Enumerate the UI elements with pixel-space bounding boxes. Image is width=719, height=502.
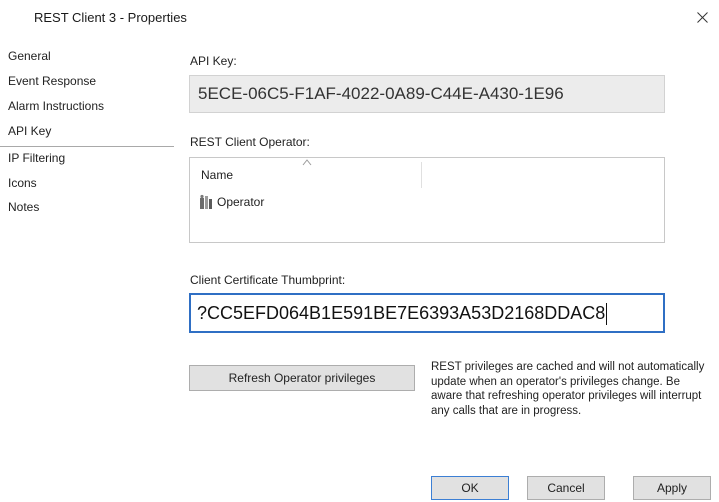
operator-name: Operator bbox=[217, 195, 265, 209]
apply-button[interactable]: Apply bbox=[633, 476, 711, 500]
column-separator[interactable] bbox=[421, 162, 422, 188]
api-key-label: API Key: bbox=[190, 54, 237, 68]
close-button[interactable] bbox=[685, 0, 719, 34]
window-title: REST Client 3 - Properties bbox=[34, 10, 187, 25]
nav-item-event-response[interactable]: Event Response bbox=[8, 72, 96, 90]
nav-item-alarm-instructions[interactable]: Alarm Instructions bbox=[8, 97, 104, 115]
text-cursor bbox=[606, 303, 608, 326]
title-bar: REST Client 3 - Properties bbox=[0, 0, 719, 38]
thumbprint-value: ?CC5EFD064B1E591BE7E6393A53D2168DDAC8 bbox=[197, 303, 606, 323]
nav-item-api-key[interactable]: API Key bbox=[8, 122, 51, 140]
operator-label: REST Client Operator: bbox=[190, 135, 310, 149]
sort-caret-icon bbox=[302, 159, 312, 166]
cancel-button[interactable]: Cancel bbox=[527, 476, 605, 500]
property-nav: General Event Response Alarm Instruction… bbox=[0, 45, 175, 485]
operator-list[interactable]: Name Operator bbox=[189, 157, 665, 243]
refresh-operator-privileges-button[interactable]: Refresh Operator privileges bbox=[189, 365, 415, 391]
api-key-field[interactable]: 5ECE-06C5-F1AF-4022-0A89-C44E-A430-1E96 bbox=[189, 75, 665, 113]
thumbprint-input[interactable]: ?CC5EFD064B1E591BE7E6393A53D2168DDAC8 bbox=[189, 293, 665, 333]
nav-item-icons[interactable]: Icons bbox=[8, 174, 37, 192]
operator-icon bbox=[200, 194, 212, 209]
refresh-note: REST privileges are cached and will not … bbox=[431, 361, 705, 417]
column-header-name[interactable]: Name bbox=[201, 168, 233, 182]
list-item[interactable]: Operator bbox=[198, 193, 264, 211]
nav-item-ip-filtering[interactable]: IP Filtering bbox=[8, 149, 65, 167]
thumbprint-label: Client Certificate Thumbprint: bbox=[190, 273, 346, 287]
nav-item-notes[interactable]: Notes bbox=[8, 198, 39, 216]
close-icon bbox=[696, 11, 708, 23]
nav-selection-rule bbox=[0, 146, 174, 147]
nav-item-general[interactable]: General bbox=[8, 47, 51, 65]
ok-button[interactable]: OK bbox=[431, 476, 509, 500]
